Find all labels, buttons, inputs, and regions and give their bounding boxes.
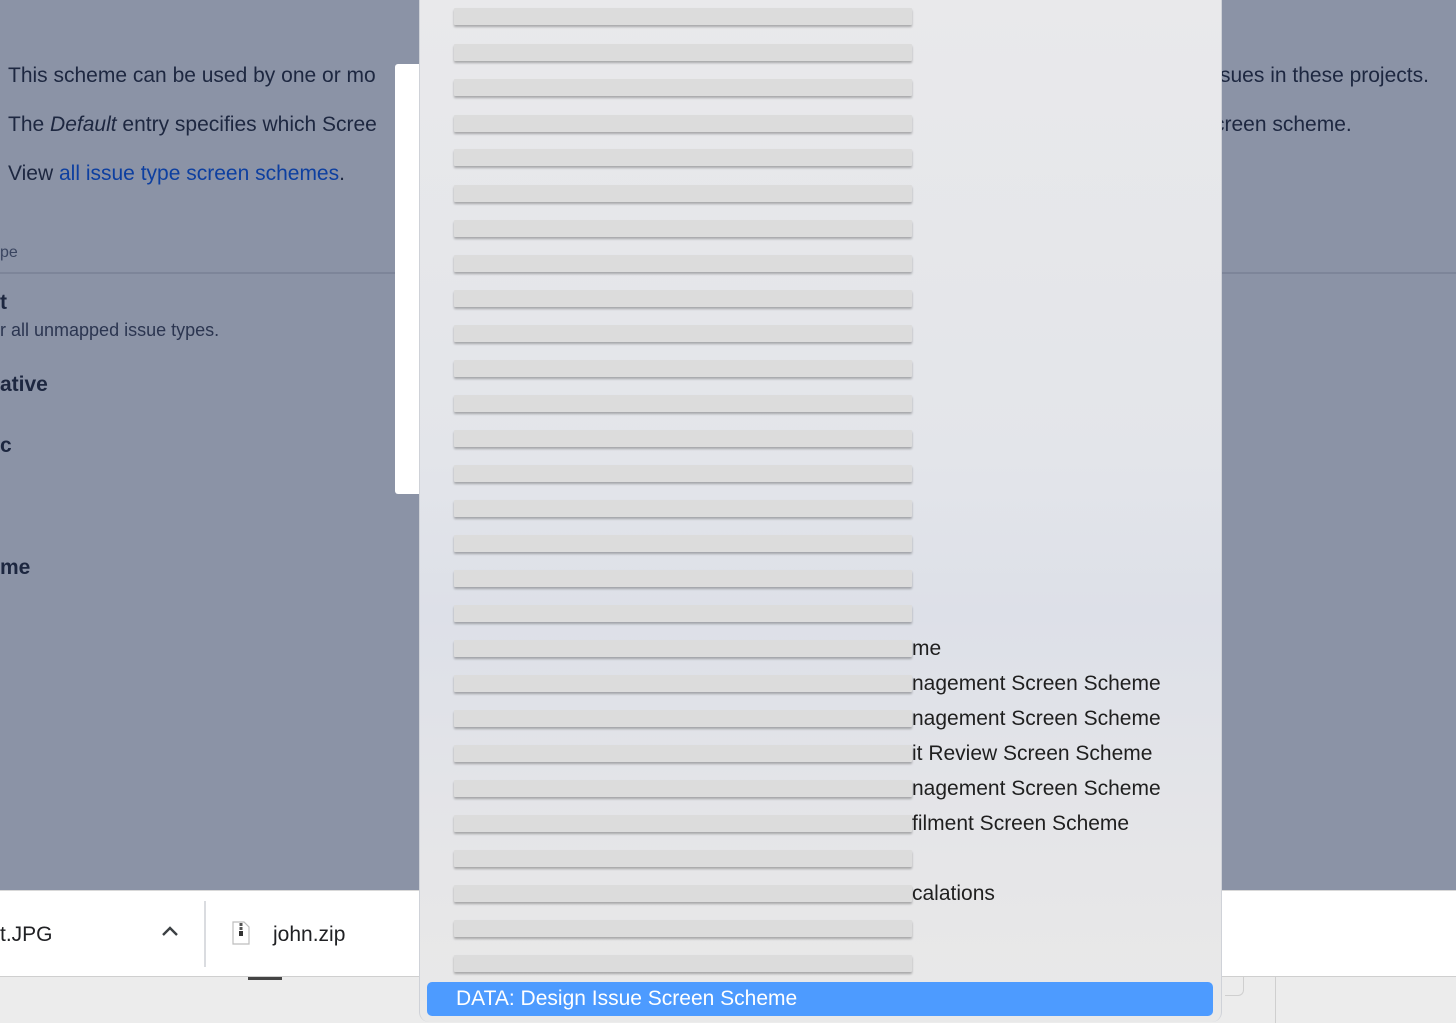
all-issue-type-screen-schemes-link[interactable]: all issue type screen schemes: [59, 162, 339, 185]
redacted-option[interactable]: [454, 290, 912, 307]
row-3-title: c: [0, 434, 12, 457]
redacted-option[interactable]: [454, 500, 912, 517]
strip-divider: [1275, 977, 1276, 1023]
redacted-option[interactable]: [454, 360, 912, 377]
redacted-option[interactable]: [454, 255, 912, 272]
redacted-option[interactable]: [454, 640, 912, 657]
row-4-title: me: [0, 556, 31, 579]
option-tail-6[interactable]: filment Screen Scheme: [912, 812, 1129, 836]
redacted-option[interactable]: [454, 850, 912, 867]
option-tail-1[interactable]: me: [912, 637, 941, 661]
redacted-option[interactable]: [454, 920, 912, 937]
line-3-prefix: View: [8, 162, 59, 185]
redacted-option[interactable]: [454, 745, 912, 762]
row-2-title: ative: [0, 373, 48, 396]
description-line-2-tail: creen scheme.: [1214, 113, 1352, 136]
column-header: pe: [0, 244, 18, 261]
redacted-option[interactable]: [454, 815, 912, 832]
strip-mark: [248, 977, 282, 980]
redacted-option[interactable]: [454, 780, 912, 797]
zip-file-icon: [232, 921, 250, 945]
option-tail-7[interactable]: calations: [912, 882, 995, 906]
redacted-option[interactable]: [454, 885, 912, 902]
screen-scheme-dropdown[interactable]: me nagement Screen Scheme nagement Scree…: [419, 0, 1222, 1022]
download-separator: [204, 901, 206, 967]
line-2-middle: entry specifies which Scree: [116, 113, 377, 136]
line-2-emphasis: Default: [50, 113, 117, 136]
option-tail-5[interactable]: nagement Screen Scheme: [912, 777, 1161, 801]
option-tail-3[interactable]: nagement Screen Scheme: [912, 707, 1161, 731]
option-tail-4[interactable]: it Review Screen Scheme: [912, 742, 1152, 766]
redacted-option[interactable]: [454, 185, 912, 202]
redacted-option[interactable]: [454, 675, 912, 692]
description-line-3: View all issue type screen schemes.: [8, 162, 345, 186]
redacted-option[interactable]: [454, 115, 912, 132]
redacted-option[interactable]: [454, 570, 912, 587]
line-3-suffix: .: [339, 162, 345, 185]
redacted-option[interactable]: [454, 710, 912, 727]
redacted-option[interactable]: [454, 8, 912, 25]
option-tail-2[interactable]: nagement Screen Scheme: [912, 672, 1161, 696]
redacted-option[interactable]: [454, 44, 912, 61]
redacted-option[interactable]: [454, 395, 912, 412]
redacted-option[interactable]: [454, 605, 912, 622]
description-line-1-tail: sues in these projects.: [1220, 64, 1429, 87]
strip-corner: [1225, 977, 1244, 996]
selected-option[interactable]: DATA: Design Issue Screen Scheme: [427, 982, 1213, 1016]
selected-option-label: DATA: Design Issue Screen Scheme: [456, 987, 798, 1010]
line-2-prefix: The: [8, 113, 51, 136]
download-item-zip[interactable]: john.zip: [273, 923, 345, 947]
redacted-option[interactable]: [454, 149, 912, 166]
redacted-option[interactable]: [454, 79, 912, 96]
row-default-title: t: [0, 291, 7, 314]
redacted-option[interactable]: [454, 955, 912, 972]
redacted-option[interactable]: [454, 325, 912, 342]
chevron-up-icon[interactable]: [160, 921, 180, 941]
redacted-option[interactable]: [454, 535, 912, 552]
row-default-description: r all unmapped issue types.: [0, 320, 220, 340]
redacted-option[interactable]: [454, 220, 912, 237]
description-line-2: The Default entry specifies which Scree: [8, 113, 377, 137]
description-line-1: This scheme can be used by one or mo: [8, 64, 376, 87]
redacted-option[interactable]: [454, 465, 912, 482]
download-item-jpg[interactable]: t.JPG: [0, 923, 53, 947]
redacted-option[interactable]: [454, 430, 912, 447]
